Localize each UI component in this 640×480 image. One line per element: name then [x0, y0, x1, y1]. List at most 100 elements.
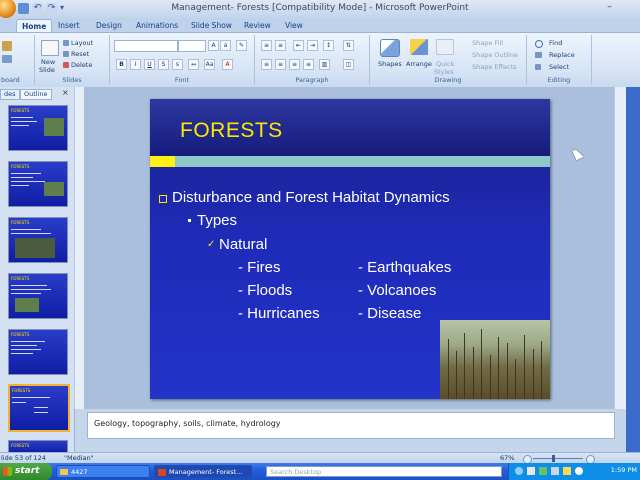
zoom-level[interactable]: 67%	[500, 454, 514, 462]
columns-icon[interactable]: ▥	[319, 59, 330, 70]
tab-review[interactable]: Review	[239, 19, 276, 32]
arrange-button[interactable]: Arrange	[406, 60, 432, 68]
bullet-level1[interactable]: Disturbance and Forest Habitat Dynamics	[172, 189, 450, 206]
thumbnail-photo	[15, 298, 39, 312]
tray-icon[interactable]	[515, 467, 523, 475]
copy-icon[interactable]	[2, 55, 12, 63]
decrease-indent-icon[interactable]: ⇤	[293, 40, 304, 51]
slide-thumbnail[interactable]: FORESTS	[8, 273, 68, 319]
tab-design[interactable]: Design	[91, 19, 127, 32]
close-pane-icon[interactable]: ×	[62, 88, 69, 97]
clear-formatting-icon[interactable]: ✎	[236, 40, 247, 51]
shape-outline-button[interactable]: Shape Outline	[472, 51, 518, 59]
font-color-icon[interactable]: A	[222, 59, 233, 70]
item-volcanoes[interactable]: - Volcanoes	[358, 282, 436, 299]
item-disease[interactable]: - Disease	[358, 305, 421, 322]
tray-icon[interactable]	[527, 467, 535, 475]
tab-insert[interactable]: Insert	[53, 19, 85, 32]
paragraph-group: ≡ ≡ ⇤ ⇥ ↕ ⇅ ≡ ≡ ≡ ≡ ▥ ◫ Paragraph	[255, 35, 370, 85]
volume-icon[interactable]	[563, 467, 571, 475]
paste-icon[interactable]	[2, 41, 12, 51]
numbering-icon[interactable]: ≡	[275, 40, 286, 51]
notes-text[interactable]: Geology, topography, soils, climate, hyd…	[94, 419, 281, 428]
start-button[interactable]: start	[0, 463, 52, 480]
tab-view[interactable]: View	[280, 19, 308, 32]
shapes-button[interactable]: Shapes	[378, 60, 402, 68]
shrink-font-icon[interactable]: a	[220, 40, 231, 51]
replace-button[interactable]: Replace	[549, 51, 575, 59]
quick-styles-button[interactable]: Quick	[436, 60, 454, 68]
accent-bar-yellow	[150, 156, 175, 167]
slide-thumbnail[interactable]: FORESTS	[8, 161, 68, 207]
tab-outline[interactable]: Outline	[20, 89, 52, 100]
taskbar-folder[interactable]: 4427	[56, 465, 150, 478]
bullets-icon[interactable]: ≡	[261, 40, 272, 51]
shadow-icon[interactable]: s	[172, 59, 183, 70]
new-slide-button-line2[interactable]: Slide	[39, 66, 55, 74]
desktop-search-input[interactable]: Search Desktop	[266, 466, 502, 477]
select-button[interactable]: Select	[549, 63, 569, 71]
quick-styles-button-line2[interactable]: Styles	[434, 68, 454, 76]
notes-pane[interactable]: Geology, topography, soils, climate, hyd…	[87, 412, 615, 439]
taskbar-powerpoint[interactable]: Management- Forest...	[154, 465, 252, 478]
item-fires[interactable]: - Fires	[238, 259, 281, 276]
shape-effects-button[interactable]: Shape Effects	[472, 63, 517, 71]
reset-button[interactable]: Reset	[71, 50, 89, 58]
tab-animations[interactable]: Animations	[131, 19, 183, 32]
layout-icon	[63, 40, 69, 46]
justify-icon[interactable]: ≡	[303, 59, 314, 70]
italic-icon[interactable]: I	[130, 59, 141, 70]
taskbar-powerpoint-label: Management- Forest...	[169, 468, 243, 476]
line-spacing-icon[interactable]: ↕	[323, 40, 334, 51]
clock[interactable]: 1:59 PM	[611, 466, 637, 474]
item-earthquakes[interactable]: - Earthquakes	[358, 259, 451, 276]
strikethrough-icon[interactable]: S	[158, 59, 169, 70]
font-size-combobox[interactable]	[178, 40, 206, 52]
slide-title[interactable]: FORESTS	[180, 119, 283, 143]
slide-thumbnail[interactable]: FORESTS	[8, 105, 68, 151]
tab-home[interactable]: Home	[16, 19, 53, 33]
new-slide-button[interactable]: New	[41, 58, 55, 66]
item-floods[interactable]: - Floods	[238, 282, 292, 299]
smartart-icon[interactable]: ◫	[343, 59, 354, 70]
storm-damage-photo[interactable]	[440, 320, 550, 399]
slide-thumbnail[interactable]: FORESTS	[8, 329, 68, 375]
slides-group-label: Slides	[62, 76, 82, 84]
slide-pane-scrollbar[interactable]	[74, 87, 84, 409]
change-case-icon[interactable]: Aa	[204, 59, 215, 70]
increase-indent-icon[interactable]: ⇥	[307, 40, 318, 51]
thumbnail-title: FORESTS	[12, 388, 31, 393]
network-icon[interactable]	[551, 467, 559, 475]
grow-font-icon[interactable]: A	[208, 40, 219, 51]
font-name-combobox[interactable]	[114, 40, 178, 52]
new-slide-icon[interactable]	[41, 40, 59, 56]
text-direction-icon[interactable]: ⇅	[343, 40, 354, 51]
zoom-slider-thumb[interactable]	[552, 455, 555, 462]
bullet-level2[interactable]: Types	[197, 212, 237, 229]
item-hurricanes[interactable]: - Hurricanes	[238, 305, 320, 322]
arrange-icon[interactable]	[410, 39, 428, 55]
shape-fill-button[interactable]: Shape Fill	[472, 39, 503, 47]
align-left-icon[interactable]: ≡	[261, 59, 272, 70]
zoom-slider[interactable]	[533, 458, 583, 459]
slide-thumbnail-selected[interactable]: FORESTS	[8, 384, 70, 432]
theme-name: "Median"	[64, 454, 94, 462]
tray-icon[interactable]	[539, 467, 547, 475]
minimize-icon[interactable]: –	[604, 3, 615, 13]
align-center-icon[interactable]: ≡	[275, 59, 286, 70]
layout-button[interactable]: Layout	[71, 39, 93, 47]
bullet-level3[interactable]: Natural	[219, 236, 267, 253]
find-button[interactable]: Find	[549, 39, 562, 47]
slide-thumbnail[interactable]: FORESTS	[8, 217, 68, 263]
tray-icon[interactable]	[575, 467, 583, 475]
quick-styles-icon[interactable]	[436, 39, 454, 55]
tab-slides[interactable]: des	[0, 89, 20, 100]
delete-button[interactable]: Delete	[71, 61, 92, 69]
bold-icon[interactable]: B	[116, 59, 127, 70]
tab-slide-show[interactable]: Slide Show	[186, 19, 237, 32]
underline-icon[interactable]: U	[144, 59, 155, 70]
shapes-icon[interactable]	[380, 39, 400, 57]
align-right-icon[interactable]: ≡	[289, 59, 300, 70]
char-spacing-icon[interactable]: ↔	[188, 59, 199, 70]
current-slide[interactable]: FORESTS Disturbance and Forest Habitat D…	[150, 99, 550, 399]
